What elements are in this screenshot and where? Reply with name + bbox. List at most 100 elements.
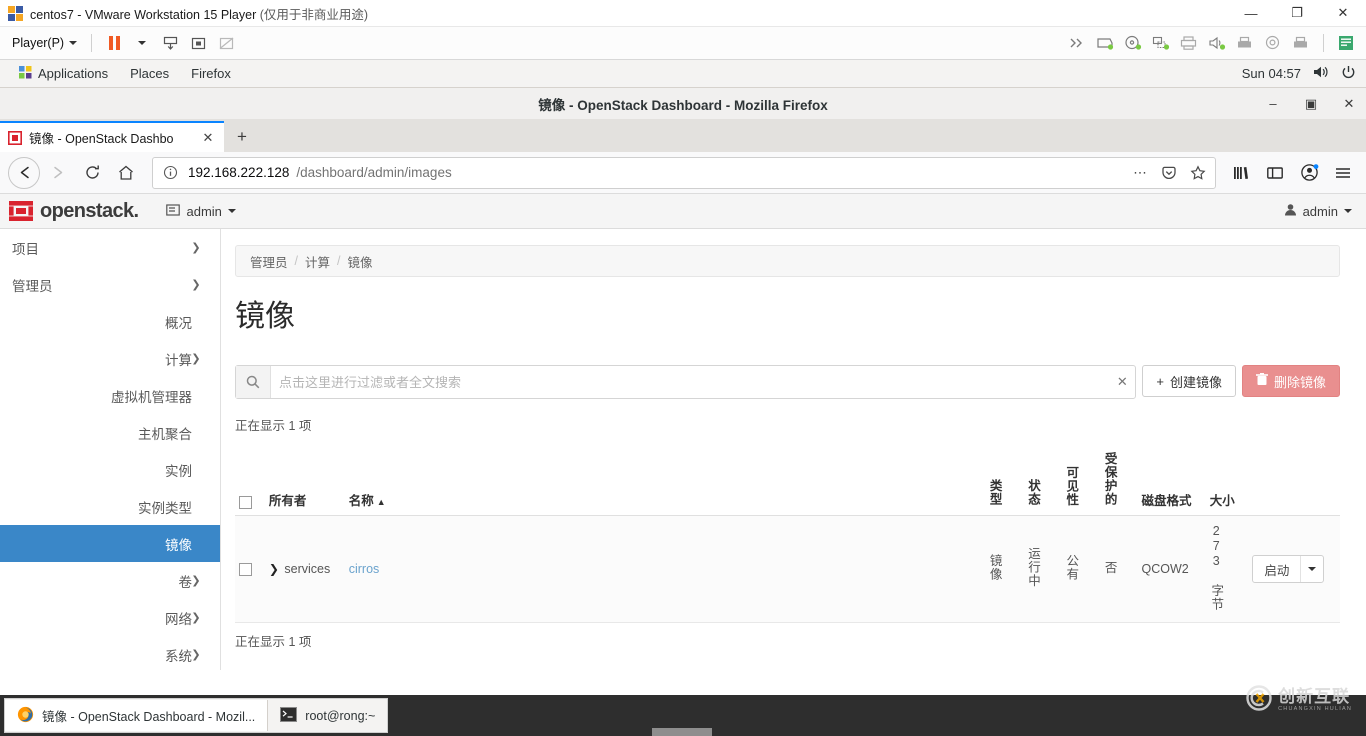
vmware-player-menu-button[interactable]: Player(P) [6,34,83,52]
sidebar-item-network[interactable]: 网络 ❯ [0,599,220,636]
display-icon[interactable] [1260,31,1286,55]
power-icon[interactable] [1341,65,1356,83]
sidebar-item-host-aggregates[interactable]: 主机聚合 [0,414,220,451]
reload-button[interactable] [76,157,108,189]
usb-device-2-icon[interactable] [1288,31,1314,55]
sidebar-item-projects[interactable]: 项目 ❯ [0,229,220,266]
cell-protected: 否 [1099,515,1138,623]
star-icon[interactable] [1187,164,1209,181]
column-header-size[interactable]: 大小 [1205,446,1249,516]
openstack-logo[interactable]: openstack. [8,200,139,223]
sidebars-icon[interactable] [1260,157,1290,189]
gnome-menu-applications[interactable]: Applications [8,60,119,87]
send-keys-icon[interactable] [1064,31,1090,55]
vmware-window-controls: — ❐ ✕ [1228,0,1366,26]
sidebar-item-label: 实例类型 [138,500,192,516]
search-box[interactable]: ✕ [235,365,1137,399]
column-header-name-label: 名称 [348,494,374,508]
sound-card-icon[interactable] [1204,31,1230,55]
info-circle-icon[interactable] [159,165,181,180]
firefox-minimize-button[interactable]: – [1264,96,1282,111]
clear-search-icon[interactable]: ✕ [1109,366,1135,398]
column-header-visibility[interactable]: 可见性 [1060,446,1100,516]
sidebar-item-system[interactable]: 系统 ❯ [0,636,220,670]
table-row[interactable]: ❯ services cirros 镜像 运行中 公有 否 QCOW2 273 … [235,515,1340,623]
project-selector[interactable]: admin [166,204,236,219]
library-icon[interactable] [1226,157,1256,189]
new-tab-button[interactable]: + [224,121,260,152]
sidebar-item-instances[interactable]: 实例 [0,451,220,488]
cell-size: 273 字节 [1205,515,1249,623]
delete-image-button[interactable]: 删除镜像 [1241,365,1340,397]
column-header-type[interactable]: 类型 [984,446,1023,516]
unity-mode-button[interactable] [213,31,239,55]
pocket-icon[interactable] [1158,165,1180,181]
image-name-link[interactable]: cirros [349,562,380,576]
sidebar-item-volumes[interactable]: 卷 ❯ [0,562,220,599]
row-checkbox[interactable] [239,563,252,577]
gnome-clock[interactable]: Sun 04:57 [1242,66,1301,81]
sidebar-item-admin[interactable]: 管理员 ❯ [0,266,220,303]
column-header-name[interactable]: 名称 ▲ [344,446,985,516]
vmware-close-button[interactable]: ✕ [1320,0,1366,26]
removable-hard-disk-icon[interactable] [1092,31,1118,55]
select-all-checkbox[interactable] [239,496,252,509]
printer-icon[interactable] [1176,31,1202,55]
main-content: 管理员 / 计算 / 镜像 镜像 ✕ + 创建镜像 [221,229,1366,670]
taskbar-highlight [652,728,712,736]
taskbar-item-firefox[interactable]: 镜像 - OpenStack Dashboard - Mozil... [5,700,269,731]
column-header-status[interactable]: 状态 [1022,446,1061,516]
desktop-taskbar: 镜像 - OpenStack Dashboard - Mozil... root… [0,695,1366,736]
page-actions-icon[interactable]: ⋯ [1129,165,1151,181]
create-image-button[interactable]: + 创建镜像 [1142,365,1236,397]
firefox-restore-button[interactable]: ▣ [1302,96,1320,112]
sidebar-item-images[interactable]: 镜像 [0,525,220,562]
close-icon[interactable]: ✕ [200,130,216,146]
taskbar-item-terminal[interactable]: root@rong:~ [268,700,387,731]
vmware-minimize-button[interactable]: — [1228,0,1274,26]
user-menu[interactable]: admin [1284,203,1352,219]
pause-dropdown-button[interactable] [129,31,155,55]
gnome-menu-firefox[interactable]: Firefox [180,60,242,87]
expand-row-icon[interactable]: ❯ [269,562,279,576]
pause-button[interactable] [101,31,127,55]
volume-icon[interactable] [1313,65,1329,82]
vmware-toolbar: Player(P) [0,27,1366,60]
chevron-down-icon: ❯ [191,353,201,365]
firefox-icon [17,706,34,726]
row-actions-dropdown-button[interactable] [1300,556,1323,582]
forward-button[interactable] [42,157,74,189]
search-input[interactable] [271,366,1110,398]
column-header-protected[interactable]: 受保护的 [1099,446,1138,516]
address-bar[interactable]: 192.168.222.128/dashboard/admin/images ⋯ [152,156,1216,189]
network-adapter-icon[interactable] [1148,31,1174,55]
home-button[interactable] [110,157,142,189]
breadcrumb-item-compute[interactable]: 计算 [305,252,330,271]
cell-protected-label: 否 [1102,560,1117,575]
sidebar-item-compute[interactable]: 计算 ❯ [0,340,220,377]
gnome-menu-firefox-label: Firefox [191,66,231,81]
chevron-right-icon: ❯ [191,242,201,254]
hamburger-menu-icon[interactable] [1328,157,1358,189]
column-header-owner[interactable]: 所有者 [264,446,345,516]
cd-dvd-icon[interactable] [1120,31,1146,55]
launch-button[interactable]: 启动 [1253,556,1300,582]
notes-icon[interactable] [1333,31,1359,55]
breadcrumb-item-admin[interactable]: 管理员 [250,252,288,271]
sidebar-item-hypervisors[interactable]: 虚拟机管理器 [0,377,220,414]
breadcrumb-item-images[interactable]: 镜像 [348,252,373,271]
browser-tab-openstack[interactable]: 镜像 - OpenStack Dashbo ✕ [0,121,224,152]
fullscreen-button[interactable] [185,31,211,55]
sidebar-item-overview[interactable]: 概况 [0,303,220,340]
firefox-close-button[interactable]: ✕ [1340,96,1358,112]
cell-type-label: 镜像 [987,554,1002,581]
back-button[interactable] [8,156,40,189]
usb-device-icon[interactable] [1232,31,1258,55]
trash-icon [1255,373,1268,389]
send-ctrl-alt-del-button[interactable] [157,31,183,55]
gnome-menu-places[interactable]: Places [119,60,180,87]
vmware-maximize-button[interactable]: ❐ [1274,0,1320,26]
sidebar-item-flavors[interactable]: 实例类型 [0,488,220,525]
account-icon[interactable] [1294,157,1324,189]
column-header-disk-format[interactable]: 磁盘格式 [1137,446,1206,516]
